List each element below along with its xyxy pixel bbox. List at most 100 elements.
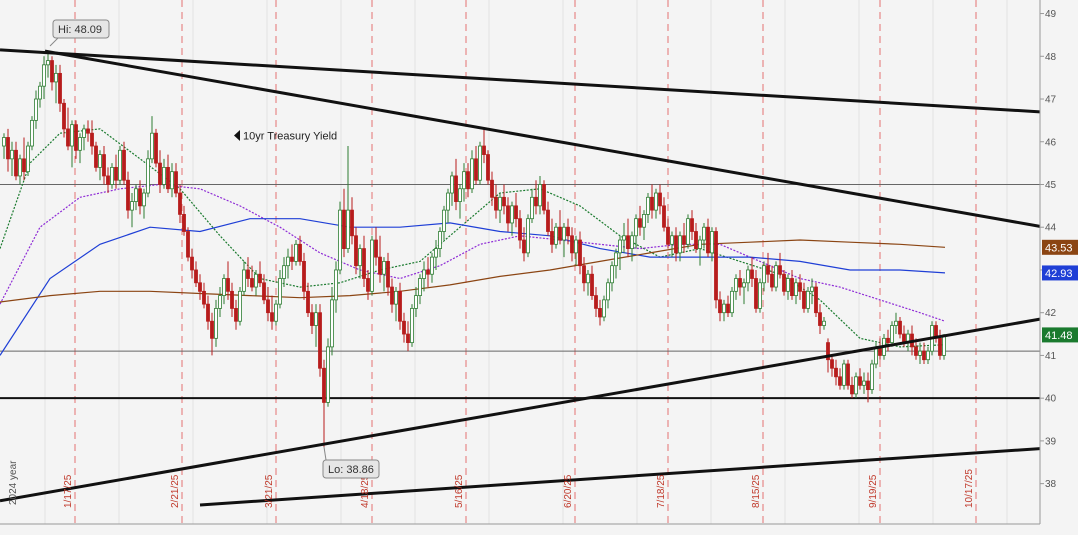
candle-body (538, 184, 542, 207)
candle-body (870, 363, 874, 391)
candle-body (686, 218, 690, 245)
candle-body (22, 158, 26, 173)
candle-body (118, 149, 122, 181)
y-tick-label: 46 (1045, 137, 1057, 148)
date-label: 7/18/25 (656, 474, 667, 508)
candle-body (510, 205, 514, 224)
candle-body (542, 184, 546, 211)
y-tick-label: 40 (1045, 394, 1057, 405)
candle-body (610, 265, 614, 284)
candle-body (802, 290, 806, 309)
candle-body (886, 337, 890, 344)
stock-chart[interactable]: 383940414243444546474849 2024 year 1/17/… (0, 0, 1078, 535)
candle (154, 128, 158, 168)
candle-body (630, 235, 634, 249)
candle-body (82, 128, 86, 138)
candle-body (6, 137, 10, 160)
candle-body (822, 320, 826, 326)
candle-body (366, 278, 370, 292)
candle (410, 304, 414, 347)
candle-body (474, 158, 478, 181)
y-tick-label: 38 (1045, 479, 1057, 490)
candle-body (506, 205, 510, 224)
candle-body (358, 248, 362, 267)
candle-body (294, 243, 298, 262)
candle-body (422, 269, 426, 279)
y-tick-label: 42 (1045, 308, 1057, 319)
candle-body (830, 359, 834, 369)
candle (526, 214, 530, 258)
candle-body (254, 273, 258, 288)
candle-body (386, 261, 390, 288)
candle-body (178, 192, 182, 215)
candle-body (466, 171, 470, 190)
candle-body (34, 98, 38, 121)
chart-background (0, 0, 1078, 535)
candle (338, 201, 342, 275)
candle-body (790, 278, 794, 296)
candle-body (410, 308, 414, 344)
candle-body (750, 269, 754, 279)
candle-body (382, 261, 386, 275)
candle-body (586, 273, 590, 284)
candle-body (498, 196, 502, 211)
candle-body (14, 149, 18, 177)
candle-body (814, 286, 818, 314)
candle-body (862, 380, 866, 386)
candle-body (262, 282, 266, 301)
candle-body (738, 278, 742, 288)
candle-body (494, 196, 498, 211)
y-tick-label: 41 (1045, 351, 1057, 362)
candle-body (762, 265, 766, 284)
candle-body (846, 363, 850, 386)
candle-body (714, 231, 718, 301)
candle-body (158, 162, 162, 185)
candle-body (94, 145, 98, 168)
y-tick-label: 44 (1045, 223, 1057, 234)
candle-body (890, 325, 894, 344)
candle-body (578, 239, 582, 267)
candle-body (130, 201, 134, 211)
candle-body (26, 145, 30, 173)
candle-body (458, 188, 462, 202)
candle-body (150, 132, 154, 160)
candle-body (490, 179, 494, 198)
candle-body (114, 166, 118, 181)
candle (238, 287, 242, 326)
candle-body (518, 218, 522, 241)
candle-body (594, 295, 598, 309)
candle-body (190, 256, 194, 271)
candle-body (702, 226, 706, 241)
candle-body (170, 171, 174, 190)
candle-body (478, 145, 482, 181)
candle-body (618, 239, 622, 254)
candle-body (442, 209, 446, 232)
y-tick-label: 45 (1045, 180, 1057, 191)
year-label: 2024 year (8, 460, 19, 505)
candle-body (522, 239, 526, 254)
candle-body (354, 235, 358, 267)
candle-body (798, 282, 802, 292)
candle-body (666, 226, 670, 245)
candle (870, 359, 874, 394)
candle-body (138, 188, 142, 207)
candle-body (350, 209, 354, 237)
candle-body (658, 192, 662, 207)
candle-body (670, 235, 674, 245)
candle-body (430, 256, 434, 275)
candle-body (78, 137, 82, 151)
candle-body (274, 303, 278, 322)
candle-body (194, 269, 198, 284)
candle-body (38, 85, 42, 100)
candle-body (246, 269, 250, 279)
candle-body (718, 299, 722, 314)
candle-body (834, 367, 838, 378)
candle-body (782, 273, 786, 292)
annotation-label: 10yr Treasury Yield (243, 131, 337, 143)
candle-body (234, 308, 238, 322)
candle-body (866, 380, 870, 391)
y-tick-label: 48 (1045, 52, 1057, 63)
candle-body (322, 367, 326, 403)
candle-body (62, 102, 66, 130)
date-label: 5/16/25 (454, 474, 465, 508)
